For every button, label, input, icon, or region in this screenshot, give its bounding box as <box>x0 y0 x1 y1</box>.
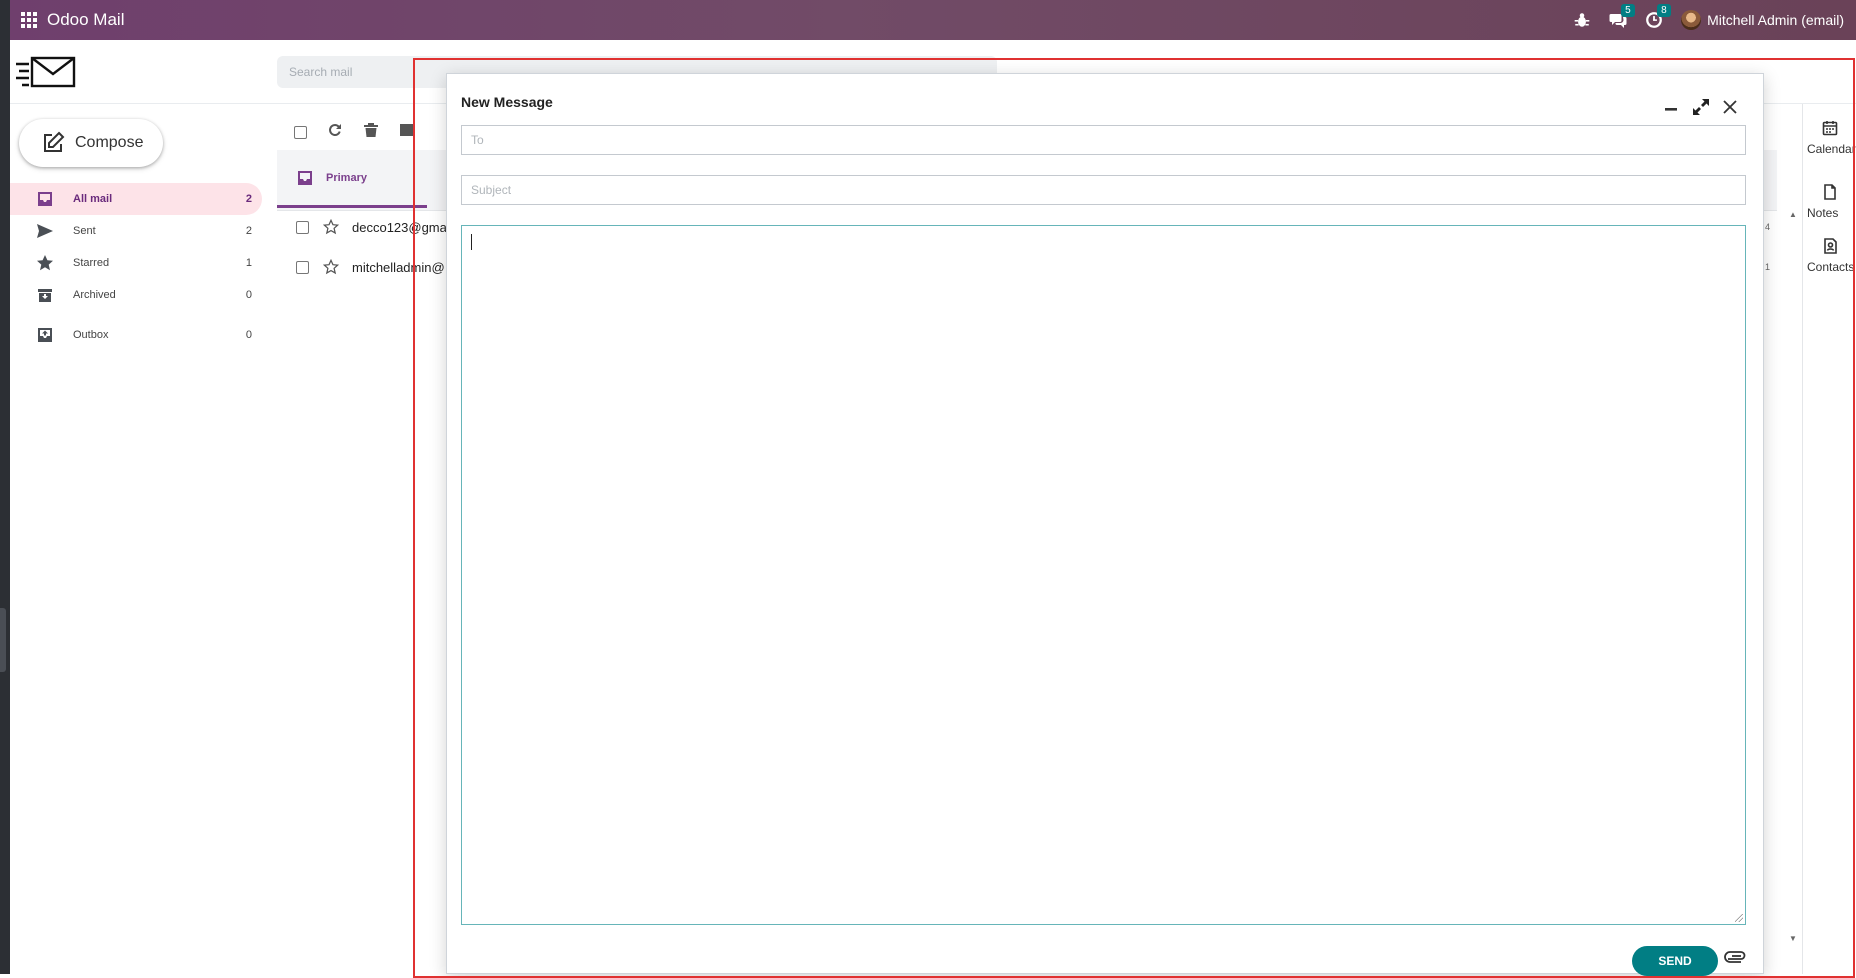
right-apps-panel: Calendar Notes Contacts <box>1802 104 1856 974</box>
compose-button[interactable]: Compose <box>19 119 163 167</box>
paperclip-icon[interactable] <box>1724 950 1748 968</box>
close-icon[interactable] <box>1720 97 1740 117</box>
tab-primary-label: Primary <box>326 171 367 184</box>
strip-handle[interactable] <box>0 608 6 672</box>
activities-clock-icon[interactable]: 8 <box>1645 4 1671 29</box>
messages-icon[interactable]: 5 <box>1609 4 1635 29</box>
inbox-icon <box>298 170 312 185</box>
activities-badge: 8 <box>1657 4 1671 17</box>
subject-field[interactable]: Subject <box>461 175 1746 205</box>
messages-badge: 5 <box>1621 4 1635 17</box>
archive-icon[interactable] <box>399 122 415 143</box>
archive-icon <box>38 289 52 302</box>
avatar <box>1681 10 1702 30</box>
to-field[interactable]: To <box>461 125 1746 155</box>
sidebar-item-count: 2 <box>245 193 252 205</box>
apps-grid-icon[interactable] <box>21 12 37 28</box>
top-navbar: Odoo Mail 5 8 Mitchell Admin (email) <box>10 0 1856 40</box>
sidebar-item-count: 2 <box>245 225 252 237</box>
sidebar-item-label: Archived <box>73 289 116 301</box>
scroll-down-arrow[interactable]: ▼ <box>1789 934 1797 943</box>
sidebar-item-label: Starred <box>73 257 110 269</box>
mail-logo-icon <box>16 55 76 94</box>
sidebar-item-sent[interactable]: Sent 2 <box>10 215 262 247</box>
row-count: 1 <box>1765 262 1771 272</box>
calendar-icon <box>1822 121 1838 136</box>
send-button[interactable]: SEND <box>1632 946 1718 976</box>
star-outline-icon[interactable] <box>323 219 339 235</box>
sidebar-item-count: 0 <box>245 329 252 341</box>
row-sender: mitchelladmin@ <box>352 259 445 275</box>
mail-sidebar: All mail 2 Sent 2 Starred 1 Archived 0 O… <box>10 183 262 351</box>
row-count: 4 <box>1765 222 1771 232</box>
right-panel-notes[interactable]: Notes <box>1803 184 1856 220</box>
sidebar-item-count: 0 <box>245 289 252 301</box>
star-outline-icon[interactable] <box>323 259 339 275</box>
sidebar-item-label: All mail <box>73 193 113 205</box>
sidebar-item-count: 1 <box>245 257 252 269</box>
inbox-icon <box>38 192 52 206</box>
select-all-checkbox[interactable] <box>294 125 307 139</box>
bug-icon[interactable] <box>1573 11 1591 29</box>
sidebar-item-label: Sent <box>73 225 96 237</box>
minimize-icon[interactable] <box>1661 97 1681 117</box>
resize-handle[interactable] <box>1735 914 1743 922</box>
compose-dialog: New Message To Subject SEND <box>446 73 1764 976</box>
tab-primary[interactable]: Primary <box>277 150 427 208</box>
scroll-up-arrow[interactable]: ▲ <box>1789 210 1797 219</box>
sidebar-item-outbox[interactable]: Outbox 0 <box>10 319 262 351</box>
sidebar-item-all-mail[interactable]: All mail 2 <box>10 183 262 215</box>
right-panel-calendar[interactable]: Calendar <box>1803 120 1856 156</box>
row-checkbox[interactable] <box>296 220 309 234</box>
compose-label: Compose <box>75 134 144 151</box>
row-sender: decco123@gma <box>352 219 447 235</box>
trash-icon[interactable] <box>363 122 379 143</box>
right-panel-label: Contacts <box>1807 260 1855 274</box>
left-window-strip <box>0 0 10 974</box>
app-title[interactable]: Odoo Mail <box>47 10 124 30</box>
dialog-title: New Message <box>461 94 553 110</box>
user-name: Mitchell Admin (email) <box>1707 12 1844 28</box>
sidebar-item-starred[interactable]: Starred 1 <box>10 247 262 279</box>
user-menu[interactable]: Mitchell Admin (email) <box>1681 10 1844 30</box>
right-panel-label: Calendar <box>1807 142 1856 156</box>
row-checkbox[interactable] <box>296 260 309 274</box>
text-caret <box>471 234 472 250</box>
star-icon <box>37 255 53 271</box>
send-icon <box>37 224 53 238</box>
sidebar-item-label: Outbox <box>73 329 109 341</box>
right-panel-label: Notes <box>1807 206 1839 220</box>
refresh-icon[interactable] <box>327 122 343 143</box>
sidebar-item-archived[interactable]: Archived 0 <box>10 279 262 311</box>
right-panel-contacts[interactable]: Contacts <box>1803 238 1856 274</box>
list-toolbar <box>277 116 415 148</box>
note-icon <box>1824 184 1836 200</box>
edit-icon <box>44 131 65 152</box>
expand-icon[interactable] <box>1691 97 1711 117</box>
outbox-icon <box>38 328 52 342</box>
message-body-textarea[interactable] <box>461 225 1746 925</box>
contact-icon <box>1824 238 1837 254</box>
